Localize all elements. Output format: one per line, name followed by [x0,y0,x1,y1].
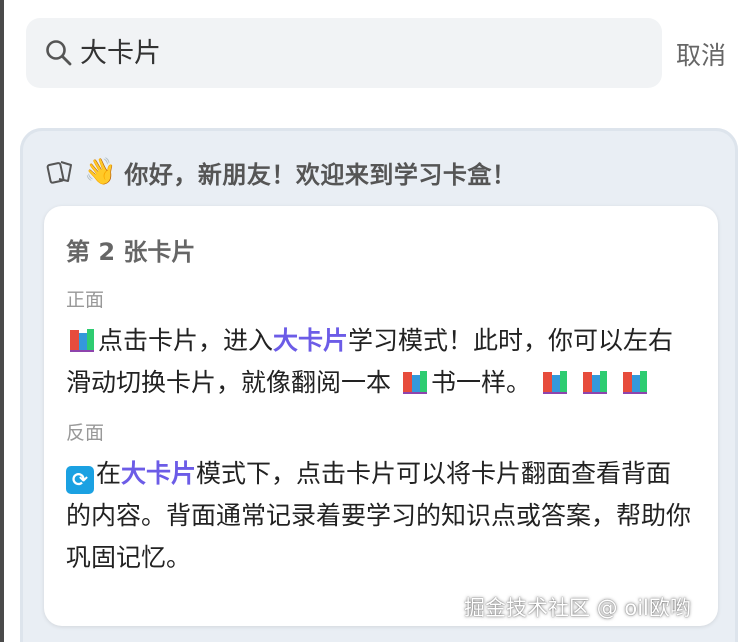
back-label: 反面 [66,422,105,444]
card-back-text: ⟳ 在大卡片模式下，点击卡片可以将卡片翻面查看背面的内容。背面通常记录着要学习的知… [66,459,692,572]
greeting-text: 你好，新朋友！欢迎来到学习卡盒！ [124,160,517,189]
search-bar[interactable]: 大卡片 [26,18,662,88]
search-icon [44,38,74,68]
window-edge [0,0,4,642]
search-input[interactable]: 大卡片 [80,40,161,67]
books-icon [621,366,649,394]
swap-icon: ⟳ [66,466,94,494]
cancel-button[interactable]: 取消 [676,36,726,72]
flash-card[interactable]: 第 2 张卡片 正面 点击卡片，进入大卡片学习模式！此时，你可以左右滑动切换卡片… [44,206,718,626]
deck-greeting: 👋 你好，新朋友！欢迎来到学习卡盒！ [46,152,516,192]
card-front-text: 点击卡片，进入大卡片学习模式！此时，你可以左右滑动切换卡片，就像翻阅一本 书一样… [66,324,674,397]
highlight-big-card: 大卡片 [121,459,197,488]
wave-icon: 👋 [84,157,117,187]
card-title: 第 2 张卡片 [66,238,196,266]
books-icon [541,366,569,394]
watermark: 掘金技术社区 @ oil欧哟 [464,596,691,620]
front-label: 正面 [66,289,105,311]
books-icon [401,366,429,394]
books-icon [68,324,96,352]
cards-icon [46,157,76,187]
books-icon [581,366,609,394]
highlight-big-card: 大卡片 [273,326,349,355]
